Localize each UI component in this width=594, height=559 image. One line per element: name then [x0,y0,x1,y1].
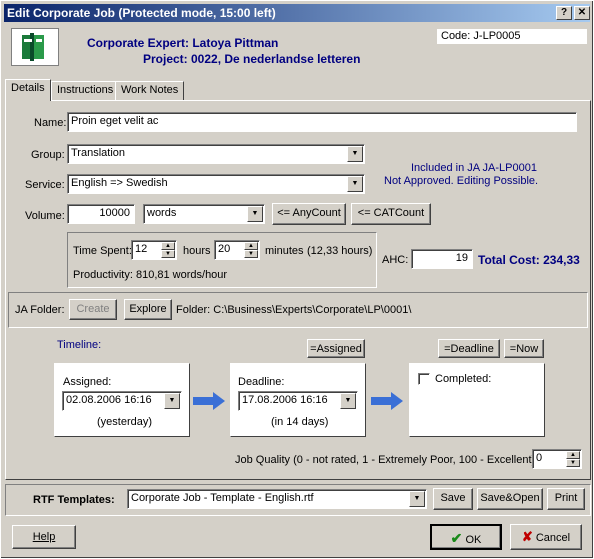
x-icon: ✘ [521,529,533,544]
anycount-button[interactable]: <= AnyCount [272,203,346,225]
approval-status: Not Approved. Editing Possible. [384,175,539,187]
close-title-button[interactable]: ✕ [574,6,590,20]
ok-button[interactable]: ✔ OK [430,524,502,550]
arrow-right-icon [193,392,225,410]
set-now-button[interactable]: =Now [504,339,544,358]
quality-spinner[interactable]: 0 ▲ ▼ [532,449,582,469]
quality-value: 0 [536,452,543,464]
check-icon: ✔ [450,530,463,546]
help-title-button[interactable]: ? [556,6,572,20]
app-logo [11,28,59,66]
service-label: Service: [25,179,65,191]
time-total: (12,33 hours) [307,245,373,257]
expert-line: Corporate Expert: Latoya Pittman [87,36,279,50]
included-info: Included in JA JA-LP0001 [411,162,537,174]
spin-down-icon[interactable]: ▼ [244,250,258,258]
cancel-button[interactable]: ✘ Cancel [510,524,582,550]
chevron-down-icon[interactable]: ▼ [164,393,180,409]
assigned-label: Assigned: [63,376,112,388]
assigned-date-picker[interactable]: 02.08.2006 16:16 ▼ [62,391,182,411]
timeline-title: Timeline: [57,339,102,351]
deadline-date-value: 17.08.2006 16:16 [242,394,328,406]
productivity: Productivity: 810,81 words/hour [73,269,228,281]
code-field: Code: J-LP0005 [437,29,587,44]
ahc-label: AHC: [382,254,409,266]
chevron-down-icon[interactable]: ▼ [347,176,363,192]
time-spent-label: Time Spent: [73,245,132,257]
set-deadline-button[interactable]: =Deadline [438,339,500,358]
folder-path: Folder: C:\Business\Experts\Corporate\LP… [176,304,412,316]
hours-value: 12 [135,243,148,255]
minutes-spinner[interactable]: 20 ▲ ▼ [214,240,260,260]
deadline-label: Deadline: [238,376,285,388]
assigned-date-value: 02.08.2006 16:16 [66,394,152,406]
spin-buttons[interactable]: ▲ ▼ [244,242,258,258]
unit-value: words [147,207,177,219]
quality-label: Job Quality (0 - not rated, 1 - Extremel… [235,454,539,466]
chevron-down-icon[interactable]: ▼ [340,393,356,409]
create-button[interactable]: Create [69,299,117,320]
help-button[interactable]: Help [12,525,76,549]
chevron-down-icon[interactable]: ▼ [409,491,425,507]
hours-label: hours [183,245,211,257]
total-cost: Total Cost: 234,33 [478,253,580,267]
window-title: Edit Corporate Job (Protected mode, 15:0… [7,6,276,20]
group-label: Group: [31,149,65,161]
minutes-value: 20 [218,243,231,255]
rtf-template-select[interactable]: Corporate Job - Template - English.rtf ▼ [127,489,427,509]
ja-folder-label: JA Folder: [15,304,65,316]
rtf-save-open-button[interactable]: Save&Open [477,488,543,510]
completed-checkbox[interactable] [418,373,430,385]
rtf-save-button[interactable]: Save [433,488,473,510]
tab-work-notes[interactable]: Work Notes [115,81,185,101]
rtf-print-button[interactable]: Print [547,488,585,510]
spin-buttons[interactable]: ▲ ▼ [566,451,580,467]
tab-instructions[interactable]: Instructions [51,81,120,101]
catcount-button[interactable]: <= CATCount [351,203,431,225]
chevron-down-icon[interactable]: ▼ [347,146,363,162]
tab-details[interactable]: Details [5,79,51,101]
ahc-input[interactable]: 19 [411,249,473,269]
unit-select[interactable]: words ▼ [143,204,265,224]
title-bar[interactable]: Edit Corporate Job (Protected mode, 15:0… [4,4,590,22]
book-icon [22,33,44,61]
completed-label: Completed: [435,373,492,385]
volume-input[interactable]: 10000 [67,204,135,224]
rtf-label: RTF Templates: [33,494,115,506]
explore-button[interactable]: Explore [124,299,172,320]
hours-spinner[interactable]: 12 ▲ ▼ [131,240,177,260]
assigned-note: (yesterday) [97,416,153,428]
cancel-label: Cancel [535,532,571,544]
volume-label: Volume: [25,210,65,222]
project-line: Project: 0022, De nederlandse letteren [143,52,361,66]
rtf-template-value: Corporate Job - Template - English.rtf [131,492,314,504]
spin-down-icon[interactable]: ▼ [161,250,175,258]
group-value: Translation [71,147,126,159]
minutes-label: minutes [265,245,304,257]
service-select[interactable]: English => Swedish ▼ [67,174,365,194]
chevron-down-icon[interactable]: ▼ [247,206,263,222]
spin-buttons[interactable]: ▲ ▼ [161,242,175,258]
name-input[interactable]: Proin eget velit ac [67,112,577,132]
deadline-date-picker[interactable]: 17.08.2006 16:16 ▼ [238,391,358,411]
deadline-note: (in 14 days) [271,416,329,428]
set-assigned-button[interactable]: =Assigned [307,339,365,358]
dialog-window: Edit Corporate Job (Protected mode, 15:0… [0,0,594,559]
ok-label: OK [465,534,482,546]
arrow-right-icon [371,392,403,410]
name-label: Name: [34,117,67,129]
spin-up-icon[interactable]: ▲ [161,242,175,250]
spin-up-icon[interactable]: ▲ [566,451,580,459]
group-select[interactable]: Translation ▼ [67,144,365,164]
spin-down-icon[interactable]: ▼ [566,459,580,467]
service-value: English => Swedish [71,177,168,189]
spin-up-icon[interactable]: ▲ [244,242,258,250]
